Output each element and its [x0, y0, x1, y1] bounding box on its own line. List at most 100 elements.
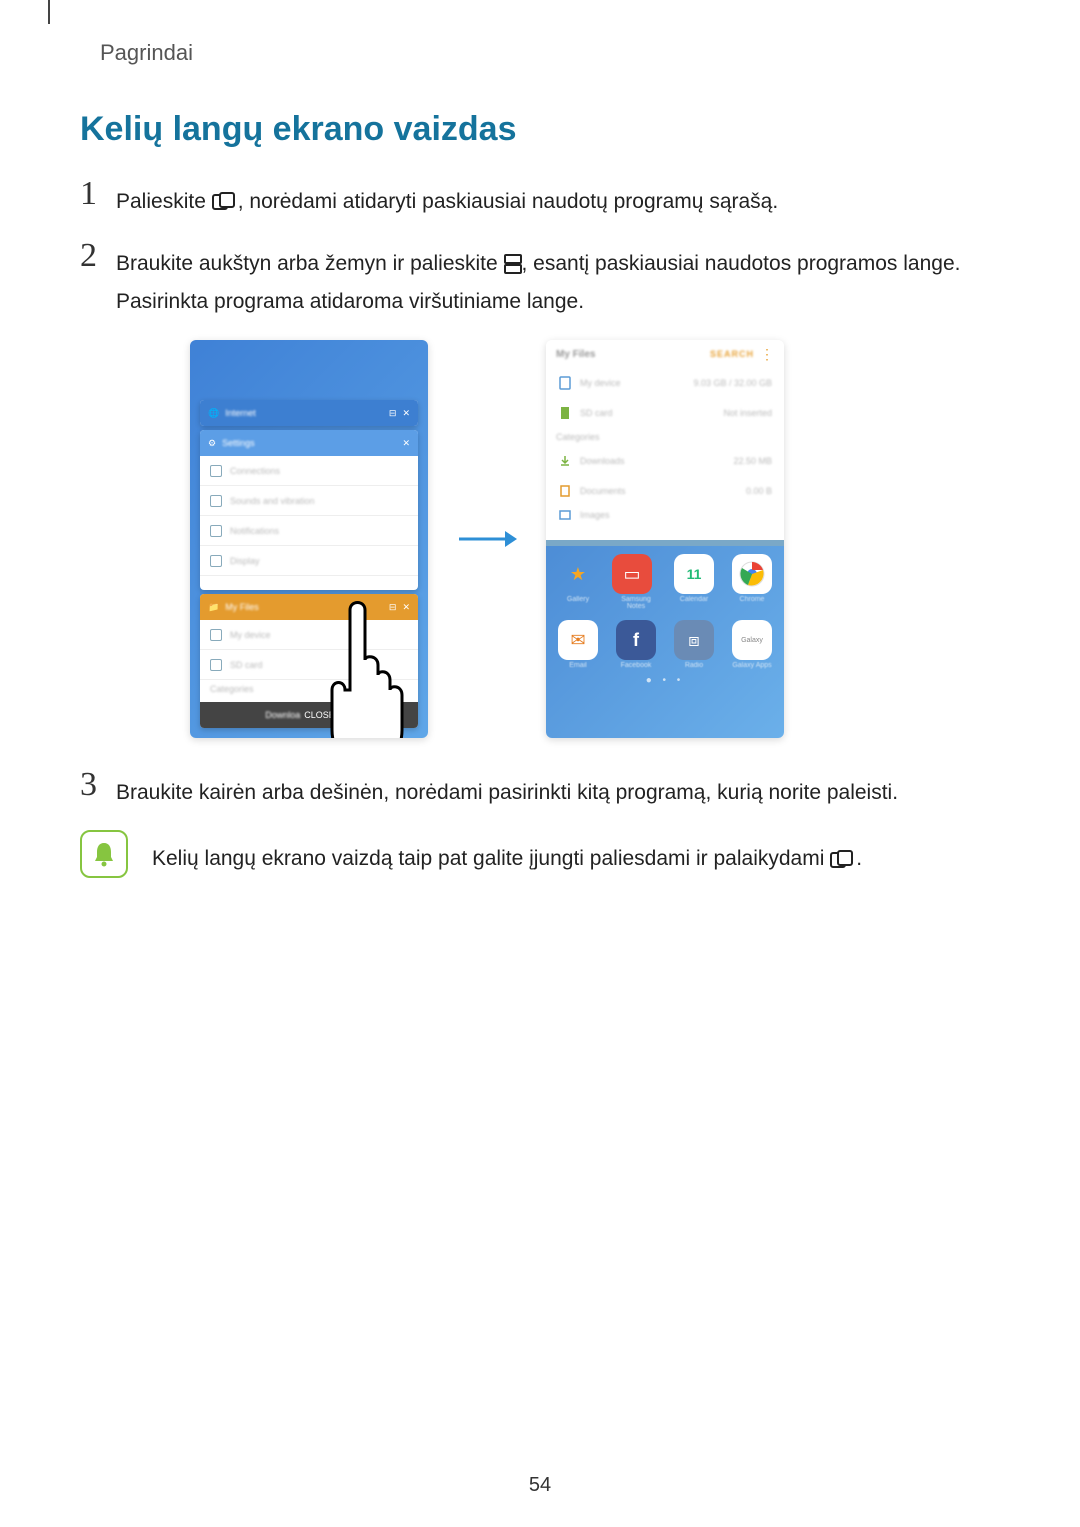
- row-label: SD card: [580, 408, 613, 418]
- tip-bell-icon: [80, 830, 128, 878]
- row-label: Documents: [580, 486, 626, 496]
- gallery-icon: ★: [558, 554, 598, 594]
- step-2-pre: Braukite aukštyn arba žemyn ir palieskit…: [116, 252, 504, 275]
- downloads-fragment: Downloa: [265, 710, 300, 720]
- downloads-icon: [558, 454, 572, 468]
- page-number: 54: [0, 1474, 1080, 1497]
- row-meta: 22.50 MB: [733, 456, 772, 466]
- card-header: ⚙ Settings ✕: [200, 430, 418, 456]
- row-meta: Not inserted: [723, 408, 772, 418]
- settings-row: Connections: [200, 456, 418, 486]
- device-icon: [210, 629, 222, 641]
- notes-icon: ▭: [612, 554, 652, 594]
- page-dots-indicator: ● • •: [554, 675, 776, 686]
- search-label: SEARCH: [710, 349, 754, 359]
- row-label: Connections: [230, 466, 280, 476]
- categories-label: Categories: [546, 428, 784, 446]
- row-label: Downloads: [580, 456, 625, 466]
- arrow-right-icon: [452, 527, 522, 551]
- step-2-number: 2: [80, 239, 116, 273]
- app-samsung-notes: ▭Samsung Notes: [612, 554, 660, 610]
- notifications-icon: [210, 525, 222, 537]
- app-grid: ★Gallery ▭Samsung Notes 11Calendar Chrom…: [554, 554, 776, 669]
- app-email: ✉Email: [558, 620, 598, 669]
- category-row: Downloads 22.50 MB: [546, 446, 784, 476]
- split-view-icon: [504, 254, 522, 274]
- device-icon: [558, 376, 572, 390]
- step-3: 3 Braukite kairėn arba dešinėn, norėdami…: [80, 768, 1000, 812]
- card-title: Settings: [222, 438, 255, 448]
- split-icon: ⊟: [389, 408, 397, 419]
- row-label: My device: [580, 378, 621, 388]
- myfiles-title: My Files: [556, 349, 595, 360]
- category-row: Documents 0.00 B: [546, 476, 784, 506]
- step-2: 2 Braukite aukštyn arba žemyn ir paliesk…: [80, 239, 1000, 321]
- calendar-icon: 11: [674, 554, 714, 594]
- app-galaxy-apps: GalaxyGalaxy Apps: [732, 620, 772, 669]
- more-icon: ⋮: [760, 346, 774, 363]
- close-icon: ✕: [402, 438, 410, 449]
- app-gallery: ★Gallery: [558, 554, 598, 610]
- sdcard-icon: [210, 659, 222, 671]
- card-header: 🌐 Internet ⊟ ✕: [200, 400, 418, 426]
- chrome-icon: [732, 554, 772, 594]
- settings-row: Sounds and vibration: [200, 486, 418, 516]
- recents-icon: [830, 850, 856, 870]
- screenshot-recents: 🌐 Internet ⊟ ✕ ⚙ Settings ✕ Connections: [190, 340, 428, 738]
- storage-row: SD card Not inserted: [546, 398, 784, 428]
- images-icon: [558, 508, 572, 522]
- app-chrome: Chrome: [732, 554, 772, 610]
- split-bottom-pane: ★Gallery ▭Samsung Notes 11Calendar Chrom…: [546, 546, 784, 738]
- gear-icon: ⚙: [208, 438, 216, 449]
- decorative-side-line: [48, 0, 50, 24]
- step-1: 1 Palieskite , norėdami atidaryti paskia…: [80, 177, 1000, 221]
- close-icon: ✕: [402, 408, 410, 419]
- tip-pre: Kelių langų ekrano vaizdą taip pat galit…: [152, 847, 830, 870]
- row-label: SD card: [230, 660, 263, 670]
- step-1-text: Palieskite , norėdami atidaryti paskiaus…: [116, 177, 1000, 221]
- galaxy-apps-icon: Galaxy: [732, 620, 772, 660]
- sound-icon: [210, 495, 222, 507]
- row-label: Images: [580, 510, 610, 520]
- recents-icon: [212, 192, 238, 212]
- category-row: Images: [546, 506, 784, 524]
- documents-icon: [558, 484, 572, 498]
- sdcard-icon: [558, 406, 572, 420]
- row-meta: 9.03 GB / 32.00 GB: [693, 378, 772, 388]
- section-header: Pagrindai: [100, 40, 193, 66]
- row-label: Display: [230, 556, 260, 566]
- tip-post: .: [856, 847, 862, 870]
- tip-row: Kelių langų ekrano vaizdą taip pat galit…: [80, 830, 1000, 878]
- row-meta: 0.00 B: [746, 486, 772, 496]
- folder-icon: 📁: [208, 602, 219, 613]
- step-1-post: , norėdami atidaryti paskiausiai naudotų…: [238, 190, 778, 213]
- card-title: My Files: [225, 602, 259, 612]
- radio-icon: ⧈: [674, 620, 714, 660]
- card-title: Internet: [225, 408, 256, 418]
- split-top-pane: My Files SEARCH ⋮ My device 9.03 GB / 32…: [546, 340, 784, 540]
- figure: 🌐 Internet ⊟ ✕ ⚙ Settings ✕ Connections: [190, 340, 1000, 738]
- screenshot-split-result: My Files SEARCH ⋮ My device 9.03 GB / 32…: [546, 340, 784, 738]
- recents-card-internet: 🌐 Internet ⊟ ✕: [200, 400, 418, 426]
- step-2-text: Braukite aukštyn arba žemyn ir palieskit…: [116, 239, 1000, 321]
- step-1-pre: Palieskite: [116, 190, 212, 213]
- recents-card-settings: ⚙ Settings ✕ Connections Sounds and vibr…: [200, 430, 418, 590]
- tip-text: Kelių langų ekrano vaizdą taip pat galit…: [152, 830, 862, 878]
- app-calendar: 11Calendar: [674, 554, 714, 610]
- page-title: Kelių langų ekrano vaizdas: [80, 110, 1000, 149]
- step-3-number: 3: [80, 768, 116, 802]
- myfiles-titlebar: My Files SEARCH ⋮: [546, 340, 784, 368]
- row-label: Notifications: [230, 526, 279, 536]
- app-radio: ⧈Radio: [674, 620, 714, 669]
- row-label: Sounds and vibration: [230, 496, 315, 506]
- settings-row: Display: [200, 546, 418, 576]
- step-3-text: Braukite kairėn arba dešinėn, norėdami p…: [116, 768, 1000, 812]
- settings-row: Notifications: [200, 516, 418, 546]
- email-icon: ✉: [558, 620, 598, 660]
- facebook-icon: f: [616, 620, 656, 660]
- step-1-number: 1: [80, 177, 116, 211]
- row-label: My device: [230, 630, 271, 640]
- connections-icon: [210, 465, 222, 477]
- display-icon: [210, 555, 222, 567]
- globe-icon: 🌐: [208, 408, 219, 419]
